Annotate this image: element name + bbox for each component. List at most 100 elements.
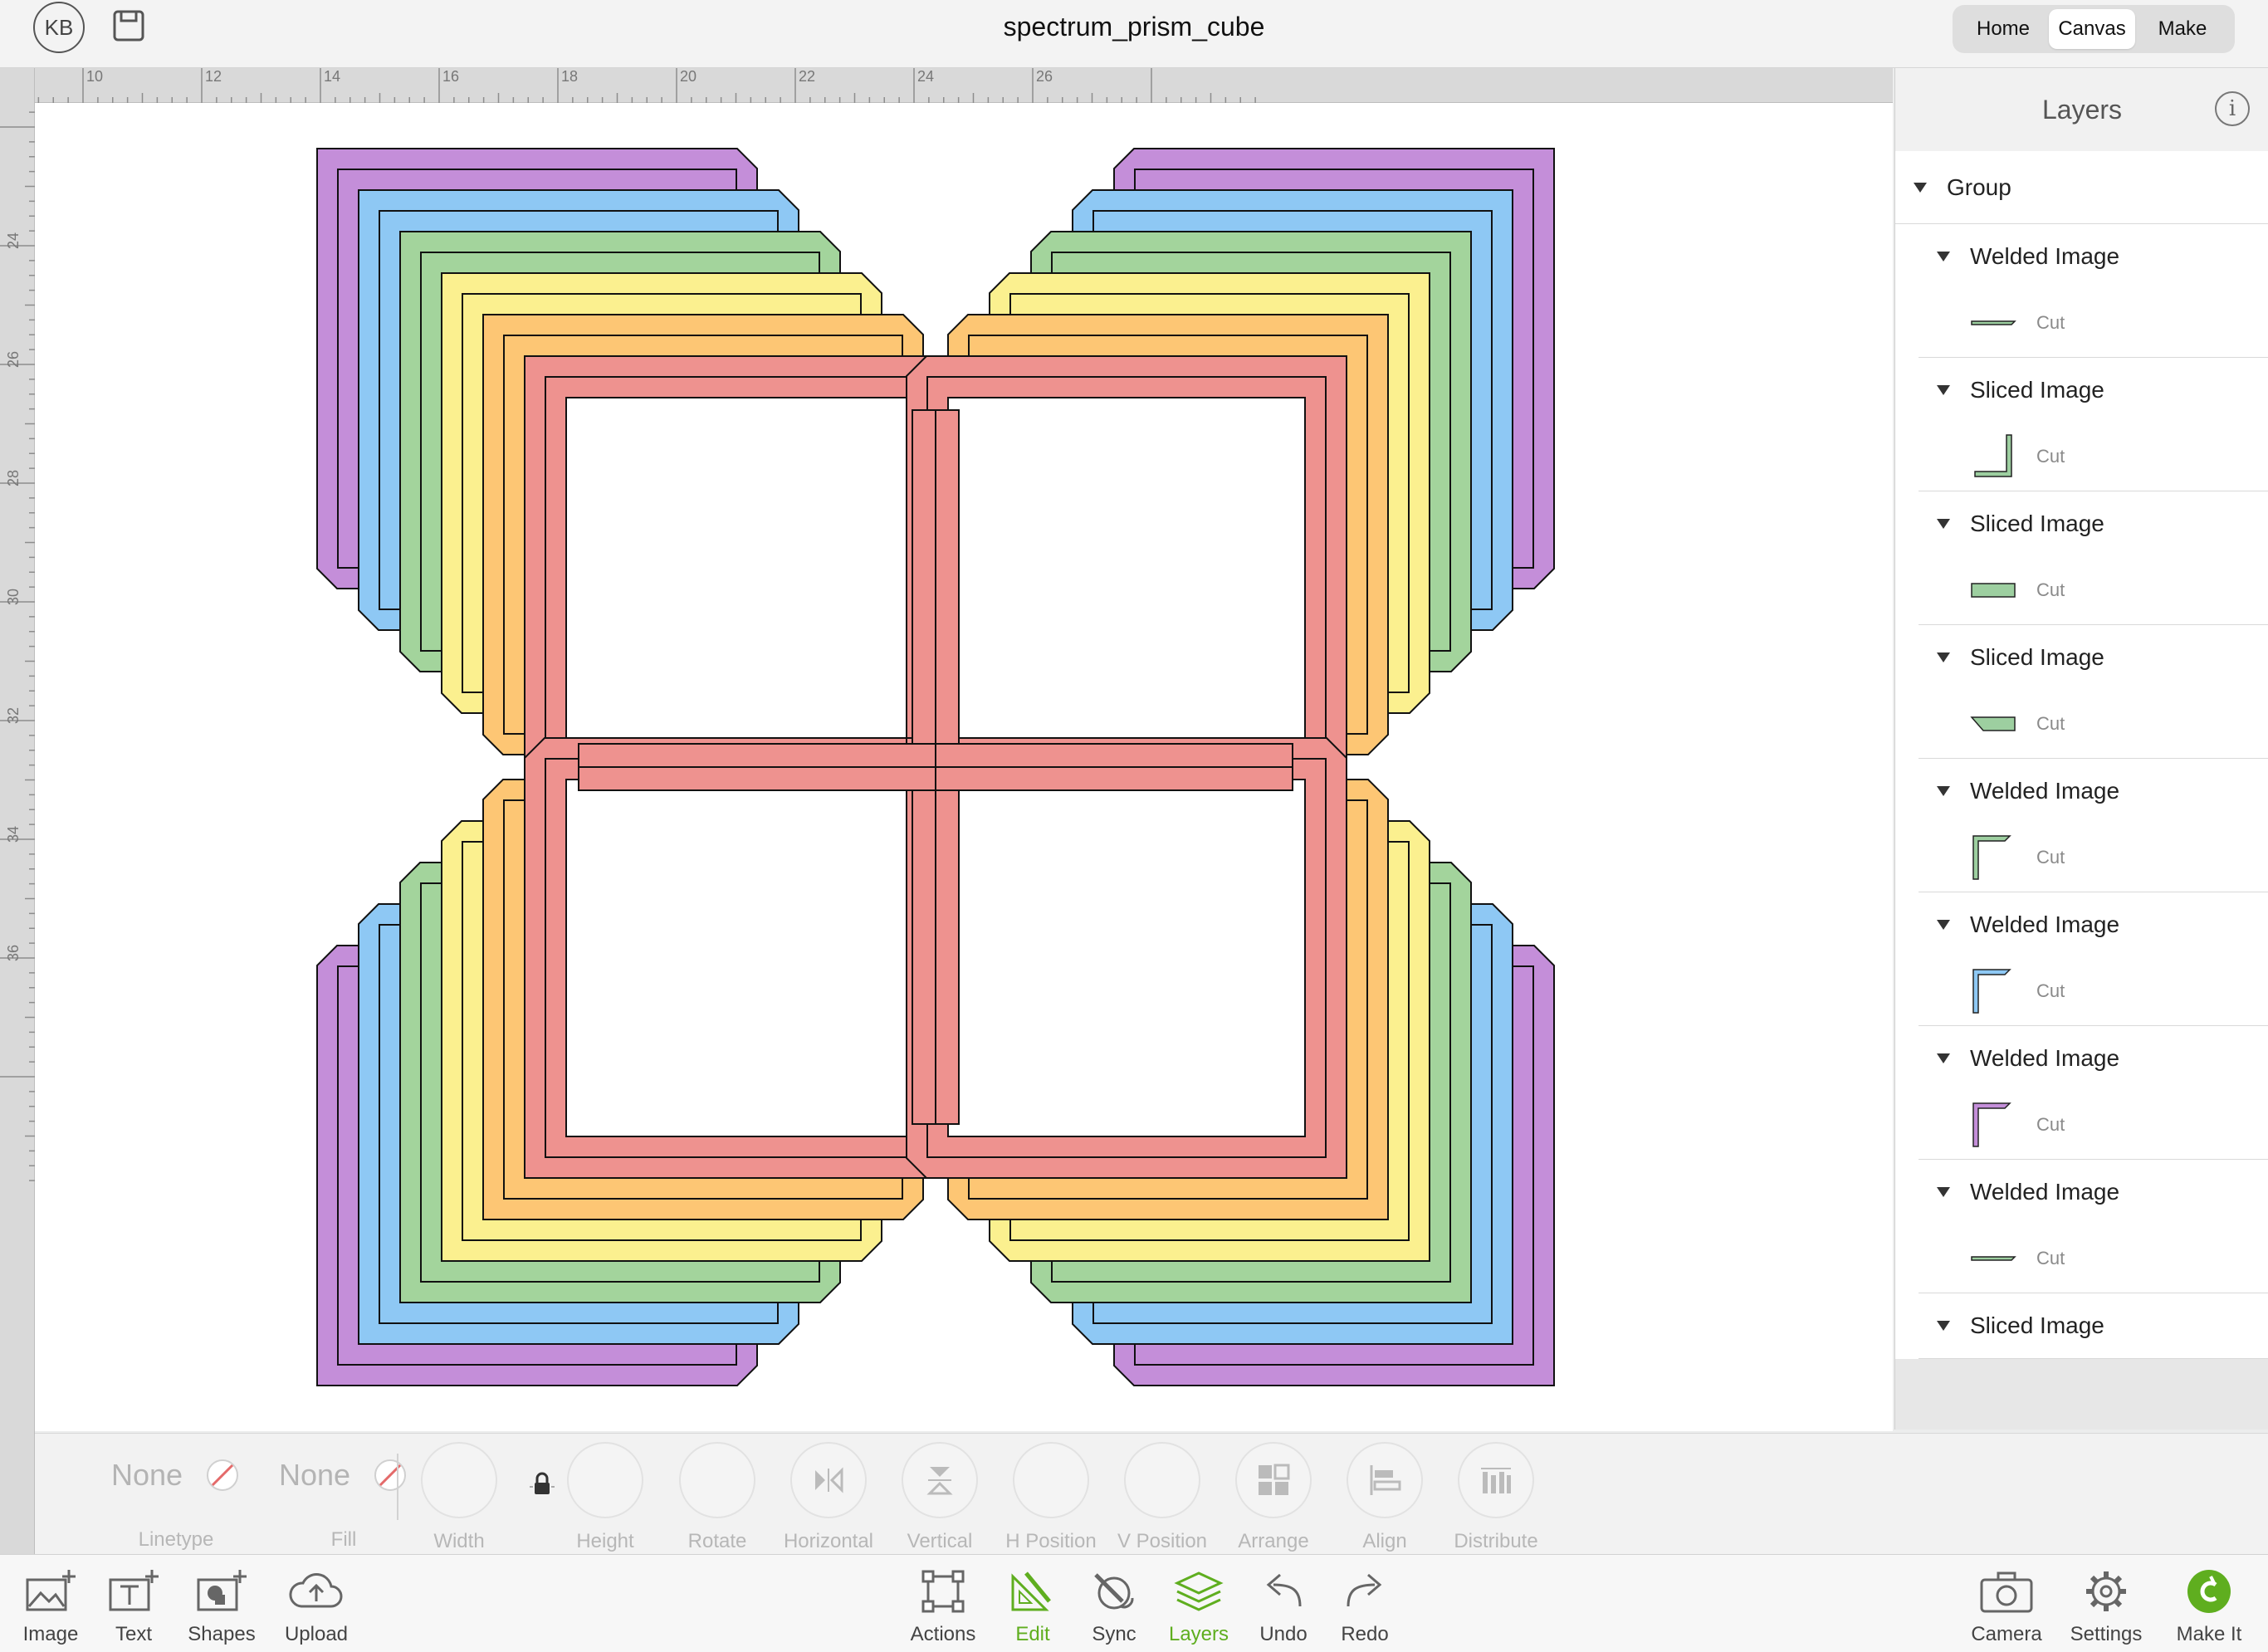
align-label: Align (1362, 1530, 1407, 1552)
layer-operation-row[interactable]: Cut (1919, 289, 2268, 357)
collapse-triangle-icon[interactable] (1937, 252, 1950, 261)
layer-name-row[interactable]: Sliced Image (1919, 358, 2268, 423)
layer-items: Welded Image Cut Sliced Image Cut Sliced Ima… (1895, 224, 2268, 1359)
rainbow-prism-artwork[interactable] (35, 103, 1893, 1431)
collapse-triangle-icon[interactable] (1937, 385, 1950, 395)
layer-operation-row[interactable]: Cut (1919, 556, 2268, 624)
redo-label: Redo (1341, 1623, 1389, 1645)
layer-item[interactable]: Sliced Image Cut (1919, 358, 2268, 491)
ruler-left-label: 32 (5, 707, 22, 724)
distribute-icon (1481, 1468, 1511, 1493)
layer-name-row[interactable]: Welded Image (1919, 1160, 2268, 1224)
prism-quadrant-bottom-right[interactable] (906, 737, 1555, 1386)
layer-operation-row[interactable]: Cut (1919, 1224, 2268, 1293)
layer-name-row[interactable]: Sliced Image (1919, 1293, 2268, 1358)
ruler-top-label: 12 (205, 68, 222, 85)
collapse-triangle-icon[interactable] (1937, 519, 1950, 529)
layer-name-row[interactable]: Sliced Image (1919, 625, 2268, 690)
layer-name-row[interactable]: Welded Image (1919, 759, 2268, 824)
distribute-button[interactable]: Distribute (1438, 1442, 1554, 1553)
layer-item[interactable]: Welded Image Cut (1919, 759, 2268, 892)
image-button[interactable]: Image (5, 1565, 96, 1646)
settings-button[interactable]: Settings (2060, 1565, 2152, 1646)
layer-item[interactable]: Welded Image Cut (1919, 1026, 2268, 1160)
rotate-control[interactable]: Rotate (659, 1442, 775, 1553)
width-control[interactable]: Width (401, 1442, 517, 1553)
collapse-triangle-icon[interactable] (1937, 1321, 1950, 1331)
layer-name-row[interactable]: Sliced Image (1919, 491, 2268, 556)
collapse-triangle-icon[interactable] (1937, 1187, 1950, 1197)
text-label: Text (115, 1623, 152, 1645)
layer-operation-row[interactable]: Cut (1919, 423, 2268, 491)
sync-button[interactable]: Sync (1068, 1565, 1160, 1646)
layer-group-row[interactable]: Group (1895, 151, 2268, 224)
make-it-icon (2187, 1570, 2231, 1613)
collapse-triangle-icon[interactable] (1937, 652, 1950, 662)
layer-name: Sliced Image (1970, 511, 2104, 536)
layer-name: Sliced Image (1970, 377, 2104, 403)
arrange-button[interactable]: Arrange (1215, 1442, 1332, 1553)
undo-icon (1266, 1573, 1302, 1607)
v-position-control[interactable]: V Position (1104, 1442, 1220, 1553)
v-position-input[interactable] (1124, 1442, 1200, 1518)
nav-home-tab[interactable]: Home (1958, 9, 2049, 49)
layer-item[interactable]: Welded Image Cut (1919, 1160, 2268, 1293)
layer-item[interactable]: Sliced Image Cut (1919, 625, 2268, 759)
layer-item[interactable]: Welded Image Cut (1919, 224, 2268, 358)
camera-icon (1980, 1571, 2033, 1613)
save-button[interactable] (113, 10, 144, 42)
h-position-control[interactable]: H Position (993, 1442, 1109, 1553)
vertical-ruler-ticks: 24 26 28 30 32 34 36 (0, 111, 35, 1181)
collapse-triangle-icon[interactable] (1937, 920, 1950, 930)
align-button[interactable]: Align (1327, 1442, 1443, 1553)
design-canvas[interactable] (35, 103, 1893, 1431)
layer-item[interactable]: Sliced Image (1919, 1293, 2268, 1359)
collapse-triangle-icon[interactable] (1937, 1053, 1950, 1063)
layer-operation-label: Cut (2036, 713, 2065, 734)
redo-button[interactable]: Redo (1319, 1565, 1410, 1646)
account-avatar[interactable]: KB (33, 2, 85, 53)
camera-button[interactable]: Camera (1961, 1565, 2052, 1646)
actions-button[interactable]: Actions (897, 1565, 989, 1646)
upload-button[interactable]: Upload (271, 1565, 362, 1646)
text-button[interactable]: Text (88, 1565, 179, 1646)
prism-quadrant-top-left[interactable] (316, 148, 965, 797)
flip-vertical-button[interactable]: Vertical (882, 1442, 998, 1553)
height-control[interactable]: Height (547, 1442, 663, 1553)
layer-name-row[interactable]: Welded Image (1919, 224, 2268, 289)
layer-item[interactable]: Welded Image Cut (1919, 892, 2268, 1026)
layer-name-row[interactable]: Welded Image (1919, 1026, 2268, 1091)
layer-list: Group Welded Image Cut Sliced Image Cut Slic… (1895, 151, 2268, 1359)
collapse-triangle-icon[interactable] (1914, 182, 1927, 193)
layer-operation-row[interactable]: Cut (1919, 690, 2268, 758)
layer-name-row[interactable]: Welded Image (1919, 892, 2268, 957)
edit-button[interactable]: Edit (987, 1565, 1078, 1646)
shapes-button[interactable]: Shapes (176, 1565, 267, 1646)
layer-operation-row[interactable]: Cut (1919, 1091, 2268, 1159)
h-position-input[interactable] (1013, 1442, 1089, 1518)
undo-button[interactable]: Undo (1238, 1565, 1329, 1646)
l-shape-icon (1968, 1100, 2018, 1150)
layers-panel: Layers i Group Welded Image Cut Sliced Ima… (1894, 68, 2268, 1430)
shapes-icon (197, 1570, 247, 1611)
prism-quadrant-bottom-left[interactable] (316, 737, 965, 1386)
nav-make-tab[interactable]: Make (2135, 9, 2230, 49)
layer-item[interactable]: Sliced Image Cut (1919, 491, 2268, 625)
layer-operation-row[interactable]: Cut (1919, 957, 2268, 1025)
width-input[interactable] (421, 1442, 497, 1518)
arrange-label: Arrange (1238, 1530, 1309, 1552)
collapse-triangle-icon[interactable] (1937, 786, 1950, 796)
flip-horizontal-button[interactable]: Horizontal (770, 1442, 887, 1553)
make-it-button[interactable]: Make It (2163, 1565, 2255, 1646)
layers-button[interactable]: Layers (1153, 1565, 1244, 1646)
linetype-control[interactable]: None Linetype (85, 1434, 267, 1552)
layer-name: Welded Image (1970, 912, 2120, 937)
info-icon[interactable]: i (2215, 91, 2250, 126)
nav-canvas-tab[interactable]: Canvas (2049, 9, 2135, 49)
rotate-input[interactable] (679, 1442, 755, 1518)
height-input[interactable] (567, 1442, 643, 1518)
layer-name: Sliced Image (1970, 1312, 2104, 1338)
prism-quadrant-top-right[interactable] (906, 148, 1555, 797)
text-icon (109, 1570, 159, 1611)
layer-operation-row[interactable]: Cut (1919, 824, 2268, 892)
